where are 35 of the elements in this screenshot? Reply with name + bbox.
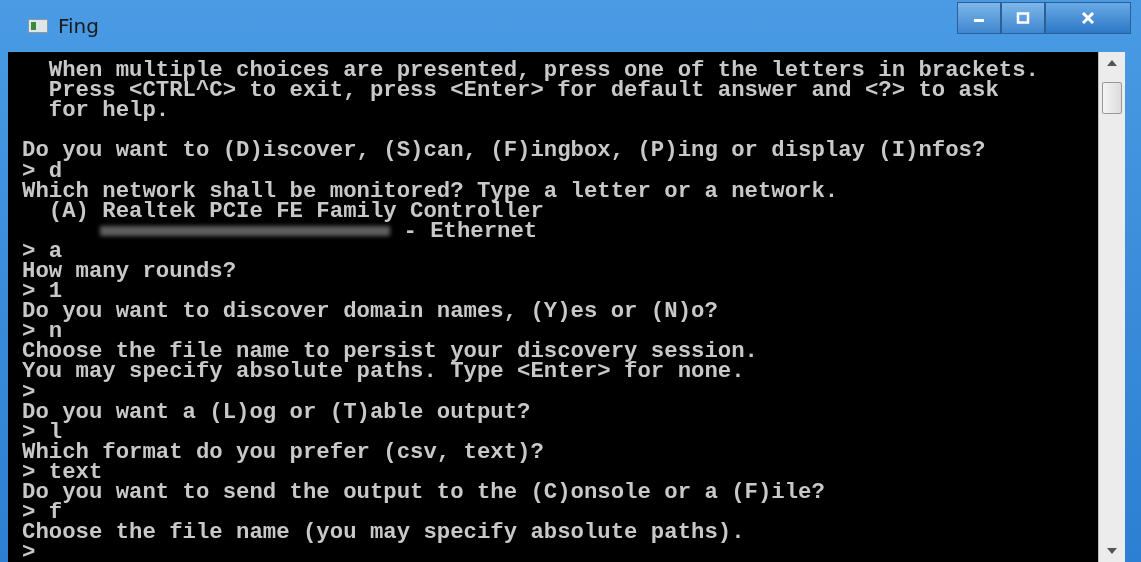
close-button[interactable] [1045, 2, 1131, 34]
scroll-down-arrow-icon[interactable] [1107, 548, 1117, 554]
console-line: > [22, 542, 36, 562]
console-line: > 1 [22, 281, 63, 302]
console-line: > text [22, 461, 103, 482]
close-icon [1081, 12, 1095, 24]
console-line: How many rounds? [22, 261, 237, 281]
console-line: > n [22, 321, 63, 342]
console-line: (A) Realtek PCIe FE Family Controller [47, 200, 544, 221]
vertical-scrollbar[interactable] [1098, 52, 1125, 562]
console-line: When multiple choices are presented, press one of the letters in brackets. [47, 60, 1039, 81]
console-line: > d [22, 160, 63, 181]
console-line: Choose the file name (you may specify absolute paths). [22, 522, 745, 543]
console-line: Do you want a (L)og or (T)able output? [22, 401, 531, 422]
console-line: for help. [47, 100, 170, 121]
console-icon [28, 19, 48, 33]
console-line: Which format do you prefer (csv, text)? [22, 441, 544, 462]
console-line: > a [22, 240, 63, 261]
console-line: Choose the file name to persist your discovery session. [22, 341, 758, 362]
console-line: > l [22, 421, 63, 442]
console-line: > f [22, 502, 63, 523]
window-title: Fing [58, 14, 99, 38]
console-line: Which network shall be monitored? Type a letter or a network. [22, 180, 839, 201]
console-line: > [22, 381, 36, 402]
maximize-icon [1016, 12, 1030, 24]
console-line: Do you want to discover domain names, (Y)es or (N)o? [22, 301, 718, 322]
console-line: Do you want to send the output to the (C)onsole or a (F)ile? [22, 482, 825, 502]
minimize-button[interactable] [957, 2, 1001, 34]
scroll-thumb[interactable] [1102, 82, 1122, 114]
console-line: Press <CTRL^C> to exit, press <Enter> for default answer and <?> to ask [47, 80, 999, 101]
console-line: You may specify absolute paths. Type <Enter> for none. [22, 361, 745, 382]
maximize-button[interactable] [1001, 2, 1045, 34]
scroll-up-arrow-icon[interactable] [1107, 60, 1117, 66]
console-line: - Ethernet [402, 220, 538, 241]
console-line: Do you want to (D)iscover, (S)can, (F)ingbox, (P)ing or display (I)nfos? [22, 140, 986, 161]
